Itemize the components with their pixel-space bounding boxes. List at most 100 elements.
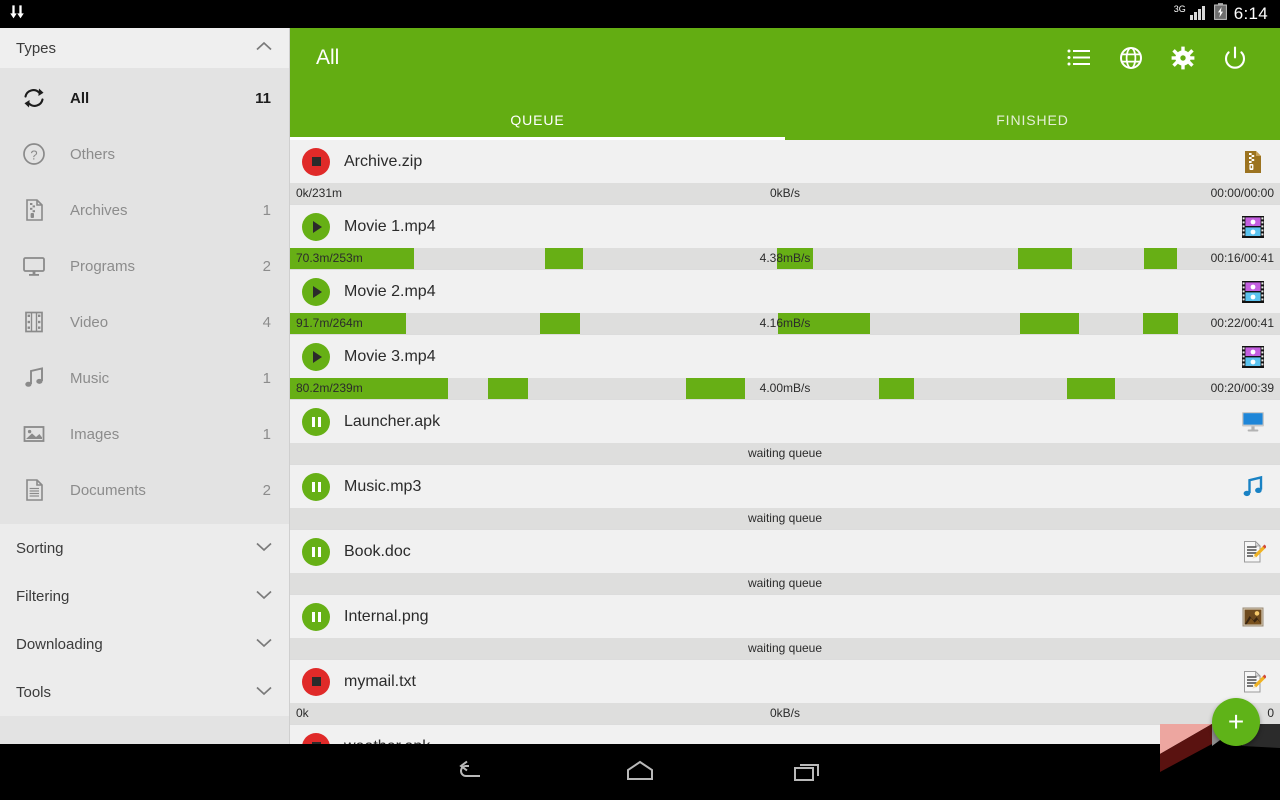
- progress-speed-label: waiting queue: [747, 446, 823, 460]
- progress-time-label: 00:20/00:39: [1210, 381, 1274, 395]
- pause-icon[interactable]: [302, 602, 330, 631]
- sidebar-item-all[interactable]: All 11: [0, 70, 289, 126]
- download-progress-bar: 91.7m/264m 4.16mB/s 00:22/00:41: [290, 313, 1280, 334]
- sidebar-item-label: Images: [70, 425, 120, 443]
- recents-icon[interactable]: [788, 755, 828, 789]
- app-body: Types All 11 ? Others Archives 1 Program…: [0, 28, 1280, 772]
- sidebar-item-count: 1: [262, 369, 271, 387]
- add-download-button[interactable]: +: [1212, 698, 1260, 746]
- content-area: All QUEUE FINISHED Archive.zip 0k/231m 0…: [290, 28, 1280, 772]
- sidebar-types-header[interactable]: Types: [0, 28, 289, 68]
- download-row[interactable]: Music.mp3 waiting queue: [290, 465, 1280, 530]
- svg-text:?: ?: [30, 148, 37, 163]
- video-file-icon: [1240, 344, 1266, 370]
- sidebar-section-label: Filtering: [16, 587, 70, 605]
- home-icon[interactable]: [620, 755, 660, 789]
- sidebar-item-documents[interactable]: Documents 2: [0, 462, 289, 518]
- signal-bars-icon: [1189, 4, 1207, 25]
- download-row[interactable]: Archive.zip 0k/231m 0kB/s 00:00/00:00: [290, 140, 1280, 205]
- download-row-header: Launcher.apk: [290, 400, 1280, 443]
- sync-all-icon: [14, 85, 54, 111]
- sidebar-types-label: Types: [16, 39, 57, 57]
- stop-icon[interactable]: [302, 147, 330, 176]
- sidebar-item-label: Archives: [70, 201, 128, 219]
- program-file-icon: [1240, 409, 1266, 435]
- progress-time-label: 0: [1267, 706, 1274, 720]
- download-row[interactable]: Book.doc waiting queue: [290, 530, 1280, 595]
- sidebar-item-archives[interactable]: Archives 1: [0, 182, 289, 238]
- play-icon[interactable]: [302, 342, 330, 371]
- download-file-name: Movie 3.mp4: [344, 347, 436, 365]
- tab-queue[interactable]: QUEUE: [290, 88, 785, 140]
- download-file-name: Archive.zip: [344, 152, 423, 170]
- sidebar-item-count: 1: [262, 201, 271, 219]
- tab-finished[interactable]: FINISHED: [785, 88, 1280, 140]
- download-row[interactable]: Movie 2.mp4 91.7m/264m 4.16mB/s 00:22/00:41: [290, 270, 1280, 335]
- download-row-header: Archive.zip: [290, 140, 1280, 183]
- pause-icon[interactable]: [302, 407, 330, 436]
- download-row[interactable]: Movie 3.mp4 80.2m/239m 4.00mB/s 00:20/00:39: [290, 335, 1280, 400]
- sidebar-item-others[interactable]: ? Others: [0, 126, 289, 182]
- download-row-header: Movie 3.mp4: [290, 335, 1280, 378]
- sidebar-section-label: Tools: [16, 683, 52, 701]
- progress-speed-label: waiting queue: [747, 641, 823, 655]
- video-file-icon: [1240, 214, 1266, 240]
- download-file-name: Movie 1.mp4: [344, 217, 436, 235]
- chevron-down-icon: [255, 539, 273, 557]
- question-mark-icon: ?: [14, 141, 54, 167]
- globe-icon[interactable]: [1118, 45, 1144, 71]
- play-icon[interactable]: [302, 212, 330, 241]
- document-file-icon: [1240, 539, 1266, 565]
- pause-icon[interactable]: [302, 472, 330, 501]
- app-bar: All QUEUE FINISHED: [290, 28, 1280, 140]
- download-file-name: mymail.txt: [344, 672, 416, 690]
- sidebar-item-label: Music: [70, 369, 110, 387]
- play-icon[interactable]: [302, 277, 330, 306]
- download-row[interactable]: mymail.txt 0k 0kB/s 0: [290, 660, 1280, 725]
- progress-time-label: 00:16/00:41: [1210, 251, 1274, 265]
- download-file-name: Music.mp3: [344, 477, 422, 495]
- network-type-label: 3G: [1173, 4, 1186, 14]
- progress-speed-label: [290, 768, 1280, 772]
- tab-label: QUEUE: [510, 112, 565, 128]
- document-file-icon: [1240, 669, 1266, 695]
- sidebar-types-list: All 11 ? Others Archives 1 Programs 2 Vi…: [0, 68, 289, 524]
- sidebar-section-label: Downloading: [16, 635, 103, 653]
- app-bar-top: All: [290, 28, 1280, 88]
- progress-speed-label: 4.00mB/s: [759, 381, 811, 395]
- sidebar-section-tools[interactable]: Tools: [0, 668, 289, 716]
- download-row[interactable]: Launcher.apk waiting queue: [290, 400, 1280, 465]
- sidebar-item-images[interactable]: Images 1: [0, 406, 289, 462]
- image-file-icon: [1240, 604, 1266, 630]
- download-file-name: Movie 2.mp4: [344, 282, 436, 300]
- download-row-header: Music.mp3: [290, 465, 1280, 508]
- back-icon[interactable]: [452, 755, 492, 789]
- sidebar-item-label: Programs: [70, 257, 136, 275]
- gear-icon[interactable]: [1170, 45, 1196, 71]
- sidebar-section-filtering[interactable]: Filtering: [0, 572, 289, 620]
- chevron-down-icon: [255, 683, 273, 701]
- music-file-icon: [1240, 474, 1266, 500]
- sidebar-sections: Sorting Filtering Downloading Tools: [0, 524, 289, 716]
- sidebar-item-video[interactable]: Video 4: [0, 294, 289, 350]
- video-file-icon: [1240, 279, 1266, 305]
- download-progress-bar: 0k/231m 0kB/s 00:00/00:00: [290, 183, 1280, 204]
- sidebar-section-label: Sorting: [16, 539, 64, 557]
- sidebar-section-downloading[interactable]: Downloading: [0, 620, 289, 668]
- archive-file-icon: [14, 197, 54, 223]
- film-strip-icon: [14, 309, 54, 335]
- progress-speed-label: 4.38mB/s: [759, 251, 811, 265]
- sidebar-item-music[interactable]: Music 1: [0, 350, 289, 406]
- power-icon[interactable]: [1222, 45, 1248, 71]
- stop-icon[interactable]: [302, 667, 330, 696]
- sidebar-item-programs[interactable]: Programs 2: [0, 238, 289, 294]
- sidebar-section-sorting[interactable]: Sorting: [0, 524, 289, 572]
- sidebar-item-count: 2: [262, 257, 271, 275]
- image-icon: [14, 421, 54, 447]
- pause-icon[interactable]: [302, 537, 330, 566]
- download-row[interactable]: Internal.png waiting queue: [290, 595, 1280, 660]
- android-nav-bar: [0, 744, 1280, 800]
- list-view-icon[interactable]: [1066, 45, 1092, 71]
- download-list[interactable]: Archive.zip 0k/231m 0kB/s 00:00/00:00 Movie …: [290, 140, 1280, 772]
- download-row[interactable]: Movie 1.mp4 70.3m/253m 4.38mB/s 00:16/00:41: [290, 205, 1280, 270]
